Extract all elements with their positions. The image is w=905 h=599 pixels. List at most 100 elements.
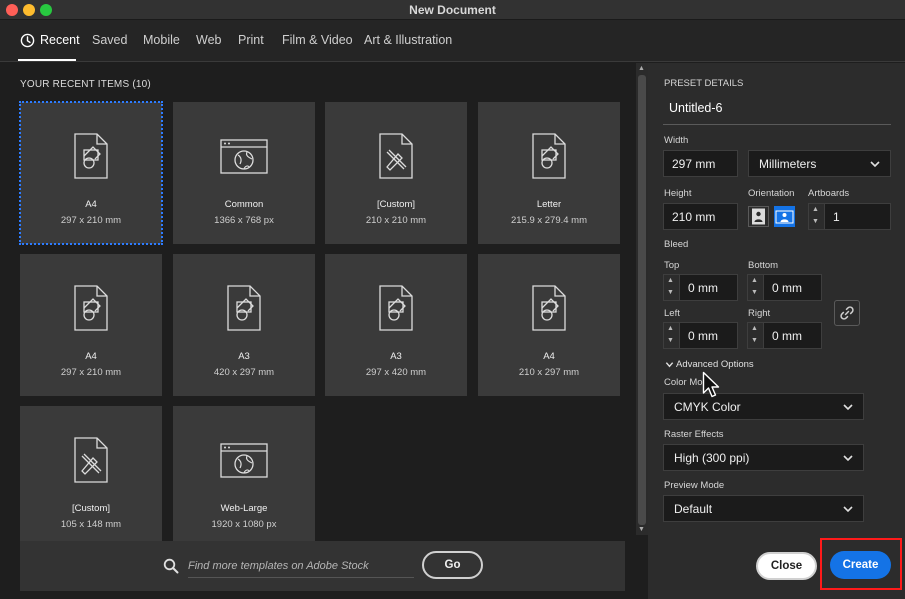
scroll-up-arrow-icon[interactable]: ▲ (638, 65, 645, 72)
scroll-down-arrow-icon[interactable]: ▼ (638, 526, 645, 533)
tab-saved[interactable]: Saved (92, 33, 127, 47)
recent-item-tile[interactable]: A4 297 x 210 mm (20, 254, 162, 396)
raster-effects-label: Raster Effects (664, 429, 724, 440)
tab-art-illustration[interactable]: Art & Illustration (364, 33, 452, 47)
landscape-orientation-icon[interactable] (774, 206, 795, 227)
preview-mode-value: Default (674, 502, 713, 516)
tab-mobile[interactable]: Mobile (143, 33, 180, 47)
link-bleed-icon[interactable] (834, 300, 860, 326)
width-label: Width (664, 135, 689, 146)
bleed-label: Bleed (664, 239, 689, 250)
tab-web[interactable]: Web (196, 33, 221, 47)
mouse-cursor-icon (702, 371, 720, 398)
preview-mode-dropdown[interactable]: Default (663, 495, 864, 522)
raster-effects-dropdown[interactable]: High (300 ppi) (663, 444, 864, 471)
portrait-orientation-icon[interactable] (748, 206, 769, 227)
color-mode-dropdown[interactable]: CMYK Color (663, 393, 864, 420)
recent-item-name: A3 (238, 351, 250, 362)
document-pen-icon (379, 133, 413, 179)
category-tab-bar: Recent Saved Mobile Web Print Film & Vid… (0, 20, 905, 62)
title-bar: New Document (0, 0, 905, 20)
document-shapes-icon (379, 285, 413, 331)
go-button[interactable]: Go (422, 551, 483, 579)
color-mode-value: CMYK Color (674, 400, 741, 414)
recent-item-tile[interactable]: A4 297 x 210 mm (19, 101, 163, 245)
recent-item-name: Web-Large (220, 503, 268, 514)
active-tab-indicator (18, 59, 76, 61)
artboards-stepper[interactable]: ▲ ▼ 1 (808, 203, 891, 230)
bleed-top-stepper-arrows[interactable]: ▲ ▼ (664, 275, 680, 300)
search-icon (163, 558, 179, 574)
bleed-bottom-stepper[interactable]: ▲ ▼ 0 mm (747, 274, 822, 301)
units-dropdown[interactable]: Millimeters (748, 150, 891, 177)
artboards-label: Artboards (808, 188, 850, 199)
recent-items-count: (10) (132, 79, 151, 90)
recent-items-scrollbar[interactable]: ▲ ▼ (636, 63, 648, 535)
bleed-left-label: Left (664, 308, 680, 319)
chevron-down-icon (665, 362, 674, 368)
document-shapes-icon (74, 133, 108, 179)
recent-item-name: A3 (390, 351, 402, 362)
height-field[interactable]: 210 mm (663, 203, 738, 230)
tab-print[interactable]: Print (238, 33, 264, 47)
bleed-top-stepper[interactable]: ▲ ▼ 0 mm (663, 274, 738, 301)
stock-search-input[interactable] (188, 554, 414, 578)
recent-item-size: 297 x 210 mm (60, 367, 122, 378)
recent-item-name: A4 (543, 351, 555, 362)
artboards-value: 1 (833, 210, 840, 224)
recent-item-tile[interactable]: Web-Large 1920 x 1080 px (173, 406, 315, 548)
document-shapes-icon (227, 285, 261, 331)
stock-search-bar: Go (20, 541, 625, 591)
recent-item-tile[interactable]: [Custom] 105 x 148 mm (20, 406, 162, 548)
bleed-right-stepper-arrows[interactable]: ▲ ▼ (748, 323, 764, 348)
bleed-left-value: 0 mm (688, 329, 718, 343)
recent-item-name: Common (224, 199, 264, 210)
document-shapes-icon (532, 133, 566, 179)
tab-recent[interactable]: Recent (40, 33, 80, 47)
document-name[interactable]: Untitled-6 (669, 101, 723, 115)
advanced-options-toggle[interactable]: Advanced Options (665, 359, 754, 370)
document-name-underline (663, 124, 891, 125)
raster-effects-value: High (300 ppi) (674, 451, 750, 465)
bleed-bottom-value: 0 mm (772, 281, 802, 295)
bleed-right-stepper[interactable]: ▲ ▼ 0 mm (747, 322, 822, 349)
preview-mode-label: Preview Mode (664, 480, 725, 491)
recent-items-panel: YOUR RECENT ITEMS (10) A4 297 x 210 mm Com… (0, 63, 636, 599)
recent-items-heading: YOUR RECENT ITEMS (10) (20, 79, 151, 90)
recent-item-size: 297 x 420 mm (365, 367, 427, 378)
recent-item-tile[interactable]: Letter 215.9 x 279.4 mm (478, 102, 620, 244)
close-button[interactable]: Close (756, 552, 817, 580)
recent-item-size: 210 x 210 mm (365, 215, 427, 226)
create-button[interactable]: Create (830, 551, 891, 579)
recent-item-tile[interactable]: A3 420 x 297 mm (173, 254, 315, 396)
bleed-top-label: Top (664, 260, 680, 271)
recent-item-name: [Custom] (71, 503, 110, 514)
artboards-stepper-arrows[interactable]: ▲ ▼ (809, 204, 825, 229)
height-label: Height (664, 188, 692, 199)
recent-item-size: 215.9 x 279.4 mm (510, 215, 588, 226)
bleed-left-stepper-arrows[interactable]: ▲ ▼ (664, 323, 680, 348)
width-field[interactable]: 297 mm (663, 150, 738, 177)
bleed-left-stepper[interactable]: ▲ ▼ 0 mm (663, 322, 738, 349)
tab-film-video[interactable]: Film & Video (282, 33, 353, 47)
recent-item-size: 1920 x 1080 px (211, 519, 277, 530)
recent-item-tile[interactable]: A3 297 x 420 mm (325, 254, 467, 396)
clock-icon (20, 33, 35, 48)
recent-item-size: 210 x 297 mm (518, 367, 580, 378)
bleed-bottom-stepper-arrows[interactable]: ▲ ▼ (748, 275, 764, 300)
recent-item-size: 420 x 297 mm (213, 367, 275, 378)
recent-item-size: 105 x 148 mm (60, 519, 122, 530)
preset-details-heading: PRESET DETAILS (664, 78, 744, 89)
bleed-right-label: Right (748, 308, 771, 319)
recent-item-name: [Custom] (376, 199, 415, 210)
web-browser-globe-icon (220, 139, 268, 174)
recent-item-tile[interactable]: A4 210 x 297 mm (478, 254, 620, 396)
recent-item-size: 297 x 210 mm (60, 215, 122, 226)
advanced-options-label: Advanced Options (676, 359, 754, 370)
recent-items-title: YOUR RECENT ITEMS (20, 79, 130, 90)
scroll-thumb[interactable] (638, 75, 646, 525)
recent-item-name: A4 (85, 351, 97, 362)
recent-item-tile[interactable]: [Custom] 210 x 210 mm (325, 102, 467, 244)
document-pen-icon (74, 437, 108, 483)
recent-item-tile[interactable]: Common 1366 x 768 px (173, 102, 315, 244)
